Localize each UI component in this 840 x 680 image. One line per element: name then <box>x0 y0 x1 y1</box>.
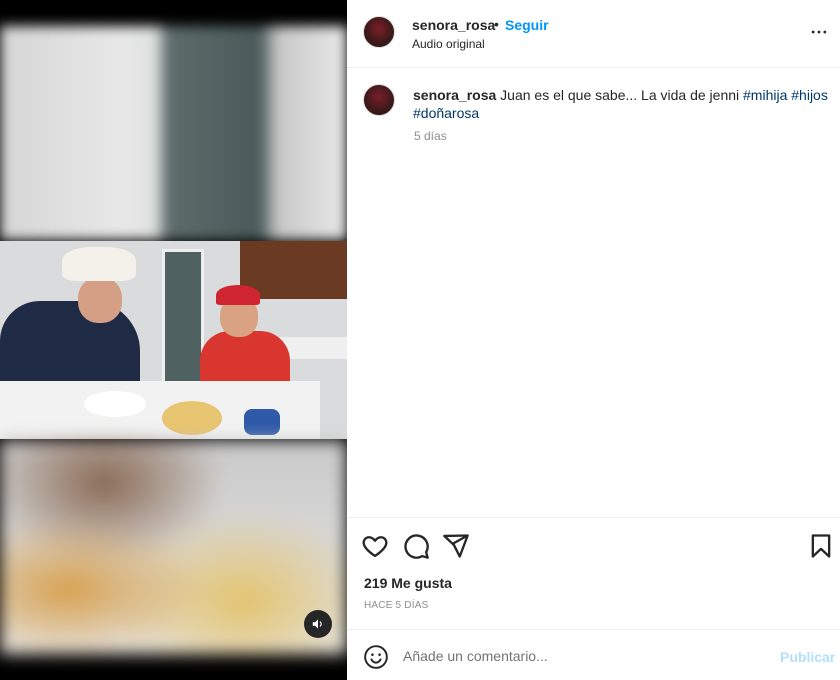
caption-username[interactable]: senora_rosa <box>413 87 496 103</box>
post-details-panel: senora_rosa • Seguir Audio original seno… <box>347 0 840 680</box>
likes-count[interactable]: 219 Me gusta <box>364 575 452 591</box>
heart-icon[interactable] <box>361 532 389 560</box>
publish-button[interactable]: Publicar <box>780 649 835 665</box>
tortilla-plate <box>162 401 222 435</box>
hashtag-link[interactable]: #doñarosa <box>413 105 479 121</box>
hashtag-link[interactable]: #mihija <box>743 87 787 103</box>
caption-avatar[interactable] <box>363 84 395 116</box>
caption: senora_rosa Juan es el que sabe... La vi… <box>413 86 828 122</box>
food-plate <box>84 391 146 417</box>
red-cap <box>216 285 260 305</box>
follow-button[interactable]: Seguir <box>505 17 549 33</box>
bookmark-icon[interactable] <box>807 532 835 560</box>
hashtag-link[interactable]: #hijos <box>791 87 828 103</box>
blurred-background-bottom <box>0 440 347 654</box>
video-frame <box>0 241 347 439</box>
post-timestamp: HACE 5 DÍAS <box>364 600 429 611</box>
comment-icon[interactable] <box>402 532 430 560</box>
man-face <box>78 277 122 323</box>
action-bar <box>347 517 840 572</box>
post-header: senora_rosa • Seguir Audio original <box>347 0 840 68</box>
avatar[interactable] <box>363 16 395 48</box>
caption-text: Juan es el que sabe... La vida de jenni <box>500 87 740 103</box>
scene-door <box>162 249 204 399</box>
comment-input[interactable] <box>403 643 763 669</box>
more-options-icon[interactable] <box>809 22 829 42</box>
emoji-icon[interactable] <box>363 644 389 670</box>
speaker-icon <box>312 619 322 629</box>
sound-toggle-button[interactable] <box>304 610 332 638</box>
share-icon[interactable] <box>442 532 470 560</box>
header-username[interactable]: senora_rosa <box>412 17 495 33</box>
blue-cup <box>244 409 280 435</box>
comment-bar: Publicar <box>347 629 840 680</box>
header-separator: • <box>494 16 499 32</box>
audio-label[interactable]: Audio original <box>412 37 485 51</box>
caption-age: 5 días <box>414 129 447 143</box>
blurred-background-top <box>0 26 347 240</box>
cowboy-hat <box>62 247 136 281</box>
post-media[interactable] <box>0 0 347 680</box>
